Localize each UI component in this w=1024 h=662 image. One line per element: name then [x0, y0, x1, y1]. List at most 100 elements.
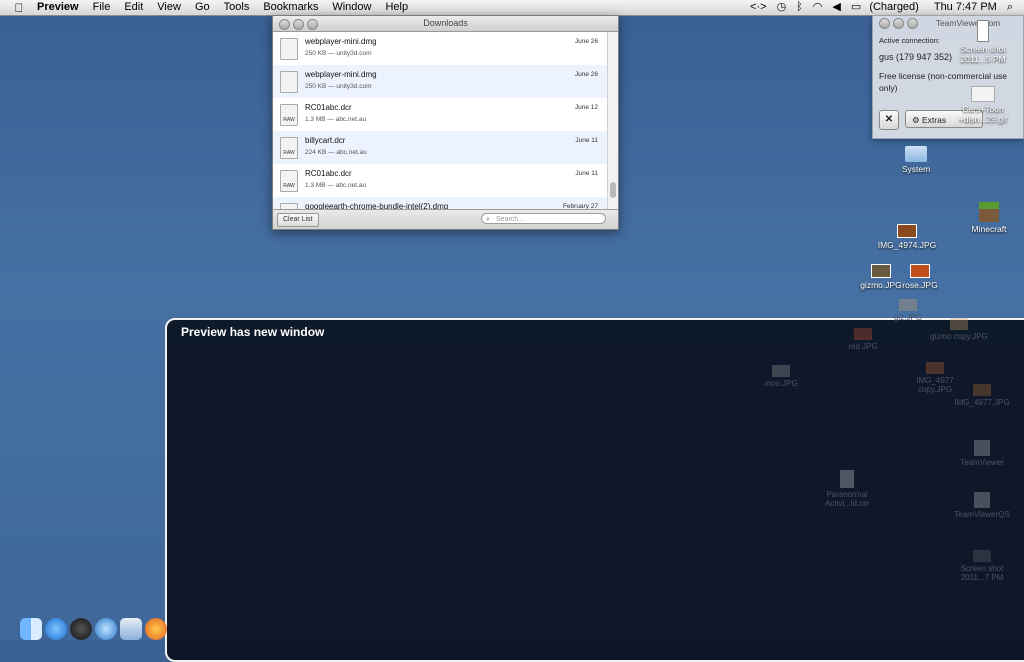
- faded-icon-label: TeamViewerQS: [954, 510, 1010, 519]
- desktop-icon[interactable]: IMG_4974.JPG: [872, 224, 942, 250]
- menu-window[interactable]: Window: [325, 0, 378, 15]
- image-thumbnail-icon: [973, 384, 991, 396]
- extras-label: Extras: [922, 115, 947, 125]
- clock[interactable]: Thu 7:47 PM: [929, 0, 1002, 15]
- menu-view[interactable]: View: [150, 0, 188, 15]
- menu-bookmarks[interactable]: Bookmarks: [256, 0, 325, 15]
- battery-status[interactable]: ▭ (Charged): [846, 0, 929, 15]
- desktop-icon-label: Minecraft: [971, 224, 1007, 234]
- close-window-button[interactable]: [279, 19, 290, 30]
- desktop-icon[interactable]: Screen shot 2011...5 PM: [948, 20, 1018, 64]
- document-icon: [280, 38, 298, 60]
- document-icon: [840, 470, 854, 488]
- active-connection-label: Active connection:: [879, 36, 940, 45]
- menu-app-preview[interactable]: Preview: [30, 0, 86, 15]
- downloads-title: Downloads: [423, 18, 468, 28]
- faded-desktop-icon: TeamViewer: [947, 440, 1017, 467]
- image-thumbnail-icon: [897, 224, 917, 238]
- finder-icon[interactable]: [20, 618, 42, 640]
- zoom-window-button[interactable]: [907, 18, 918, 29]
- notification-overlay[interactable]: Preview has new window: [165, 318, 1024, 662]
- time-machine-icon[interactable]: ◷: [772, 0, 792, 15]
- close-connection-button[interactable]: ✕: [879, 110, 899, 130]
- desktop-icon[interactable]: Cars+Toon +disn...29.gif: [948, 86, 1018, 124]
- download-row[interactable]: RAW RC01abc.dcr 1.3 MB — abc.net.au June…: [273, 164, 608, 197]
- download-row[interactable]: RAW RC01abc.dcr 1.3 MB — abc.net.au June…: [273, 98, 608, 131]
- screenshot-file-icon: [973, 550, 991, 562]
- faded-icon-label: Screen shot 2011...7 PM: [960, 564, 1004, 582]
- clear-list-button[interactable]: Clear List: [277, 213, 319, 227]
- raw-icon: RAW: [280, 104, 298, 126]
- download-date: June 12: [574, 104, 598, 111]
- desktop-icon-label: Cars+Toon +disn...29.gif: [958, 104, 1008, 124]
- firefox-icon[interactable]: [145, 618, 167, 640]
- faded-icon-label: red.JPG: [848, 342, 878, 351]
- gif-file-icon: [971, 86, 995, 102]
- bluetooth-icon[interactable]: ᛒ: [791, 0, 808, 15]
- faded-desktop-icon: moo.JPG: [746, 365, 816, 388]
- wifi-icon[interactable]: ◠: [808, 0, 828, 15]
- zoom-window-button[interactable]: [307, 19, 318, 30]
- download-meta: 250 KB — unity3d.com: [305, 83, 372, 90]
- download-row[interactable]: webplayer-mini.dmg 250 KB — unity3d.com …: [273, 32, 608, 65]
- faded-desktop-icon: IMG_4977.JPG: [947, 384, 1017, 407]
- download-name: webplayer-mini.dmg: [305, 37, 377, 46]
- desktop-icon-label: Screen shot 2011...5 PM: [960, 44, 1006, 64]
- status-menus: <·> ◷ ᛒ ◠ ◀ ▭ (Charged) Thu 7:47 PM ⌕: [745, 0, 1018, 15]
- faded-icon-label: Paranormal Activi...ld.rar: [824, 490, 869, 508]
- raw-icon: RAW: [280, 137, 298, 159]
- gear-icon: ⚙: [912, 115, 920, 125]
- scroll-thumb[interactable]: [610, 182, 616, 198]
- desktop-icon-label: IMG_4974.JPG: [877, 240, 937, 250]
- folder-icon: [905, 146, 927, 162]
- volume-icon[interactable]: ◀: [827, 0, 845, 15]
- menu-file[interactable]: File: [86, 0, 118, 15]
- image-thumbnail-icon: [950, 318, 968, 330]
- menu-tools[interactable]: Tools: [217, 0, 257, 15]
- apple-menu-icon[interactable]: : [8, 1, 30, 15]
- download-date: June 26: [574, 38, 598, 45]
- dashboard-icon[interactable]: [70, 618, 92, 640]
- raw-icon: RAW: [280, 170, 298, 192]
- menu-edit[interactable]: Edit: [117, 0, 150, 15]
- arrows-icon[interactable]: <·>: [745, 0, 772, 15]
- search-field[interactable]: ⌕ Search...: [481, 213, 606, 224]
- faded-desktop-icon: Screen shot 2011...7 PM: [947, 550, 1017, 582]
- overlay-title: Preview has new window: [181, 325, 325, 339]
- faded-icon-label: TeamViewer: [960, 458, 1004, 467]
- download-date: June 11: [575, 137, 598, 144]
- faded-icon-label: gizmo copy.JPG: [930, 332, 988, 341]
- desktop-icon[interactable]: rose.JPG: [885, 264, 955, 290]
- image-thumbnail-icon: [772, 365, 790, 377]
- desktop-icon[interactable]: System: [881, 146, 951, 174]
- teamviewer-app-icon: [974, 440, 990, 456]
- connection-id: gus (179 947 352): [879, 52, 953, 62]
- downloads-titlebar[interactable]: Downloads: [273, 16, 618, 32]
- desktop-icon[interactable]: Minecraft: [954, 202, 1024, 234]
- preview-icon[interactable]: [120, 618, 142, 640]
- close-window-button[interactable]: [879, 18, 890, 29]
- download-row[interactable]: RAW billycart.dcr 224 KB — abc.net.au Ju…: [273, 131, 608, 164]
- faded-desktop-icon: red.JPG: [828, 328, 898, 351]
- minimize-window-button[interactable]: [293, 19, 304, 30]
- download-name: RC01abc.dcr: [305, 103, 352, 112]
- faded-desktop-icon: gizmo copy.JPG: [924, 318, 994, 341]
- download-meta: 250 KB — unity3d.com: [305, 50, 372, 57]
- safari-icon[interactable]: [95, 618, 117, 640]
- image-thumbnail-icon: [926, 362, 944, 374]
- downloads-scrollbar[interactable]: [607, 32, 618, 224]
- image-thumbnail-icon: [854, 328, 872, 340]
- faded-icon-label: IMG_4977.JPG: [954, 398, 1010, 407]
- download-date: June 11: [575, 170, 598, 177]
- spotlight-icon[interactable]: ⌕: [1002, 0, 1018, 15]
- battery-label: (Charged): [869, 1, 919, 13]
- download-row[interactable]: webplayer-mini.dmg 250 KB — unity3d.com …: [273, 65, 608, 98]
- download-meta: 1.3 MB — abc.net.au: [305, 116, 367, 123]
- app-store-icon[interactable]: [45, 618, 67, 640]
- faded-icon-label: moo.JPG: [764, 379, 798, 388]
- dock: [20, 604, 167, 640]
- menu-help[interactable]: Help: [378, 0, 415, 15]
- minimize-window-button[interactable]: [893, 18, 904, 29]
- minecraft-icon: [979, 202, 999, 222]
- menu-go[interactable]: Go: [188, 0, 217, 15]
